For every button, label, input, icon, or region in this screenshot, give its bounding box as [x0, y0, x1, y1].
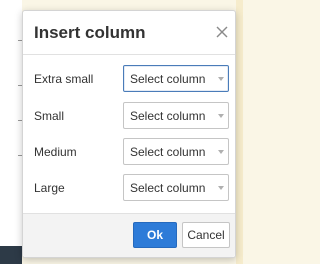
chevron-down-icon: [218, 114, 224, 118]
small-label: Small: [34, 109, 65, 123]
row-extra-small: Extra small Select column: [23, 65, 235, 93]
extra-small-label: Extra small: [34, 72, 94, 86]
large-select-value: Select column: [130, 181, 206, 195]
row-large: Large Select column: [23, 174, 235, 202]
chevron-down-icon: [218, 150, 224, 154]
medium-select-value: Select column: [130, 145, 206, 159]
dialog-title: Insert column: [34, 23, 146, 42]
chevron-down-icon: [218, 77, 224, 81]
cancel-button[interactable]: Cancel: [182, 222, 230, 248]
insert-column-dialog: Insert column Extra small Select column …: [22, 10, 236, 258]
close-icon[interactable]: [213, 23, 231, 41]
background-side-strip: [236, 0, 243, 264]
background-footer-bar: [0, 246, 22, 264]
dialog-header: Insert column: [23, 11, 235, 55]
chevron-down-icon: [218, 186, 224, 190]
medium-label: Medium: [34, 145, 77, 159]
row-medium: Medium Select column: [23, 138, 235, 166]
dialog-footer: Ok Cancel: [23, 213, 235, 257]
background-page-column: [0, 0, 22, 264]
medium-select[interactable]: Select column: [123, 138, 229, 165]
small-select-value: Select column: [130, 109, 206, 123]
row-small: Small Select column: [23, 102, 235, 130]
extra-small-select[interactable]: Select column: [123, 65, 229, 92]
large-select[interactable]: Select column: [123, 174, 229, 201]
extra-small-select-value: Select column: [130, 72, 206, 86]
large-label: Large: [34, 181, 65, 195]
small-select[interactable]: Select column: [123, 102, 229, 129]
ok-button[interactable]: Ok: [133, 222, 177, 248]
